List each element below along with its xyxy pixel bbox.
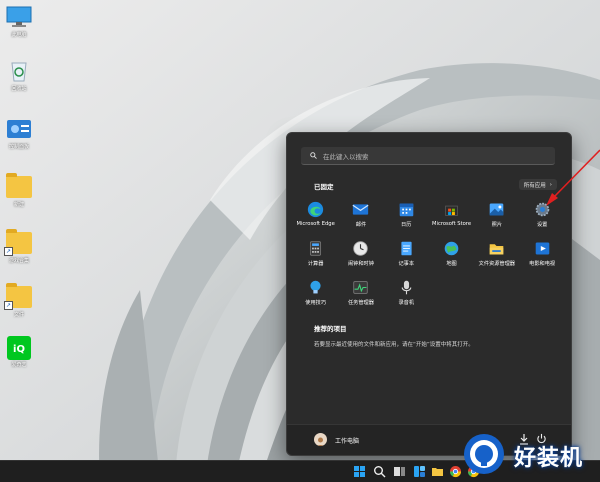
desktop-icon-label: 游戏合集 (8, 258, 29, 264)
folder-icon (6, 173, 32, 198)
maps-icon (444, 241, 459, 256)
chrome-icon[interactable] (449, 465, 462, 478)
svg-text:iQ: iQ (13, 344, 25, 355)
desktop-icon-folder-files[interactable]: ↗ 文件 (2, 283, 36, 318)
app-label: 闹钟和时钟 (347, 261, 374, 267)
app-label: 照片 (491, 222, 503, 228)
iqiyi-icon: iQ (6, 336, 32, 360)
start-icon[interactable] (353, 465, 366, 478)
movies-icon (535, 242, 549, 255)
search-box[interactable]: 在此键入以搜索 (301, 147, 555, 165)
desktop-icon-label: 回收站 (11, 86, 27, 92)
app-label: 邮件 (355, 222, 367, 228)
app-label: Microsoft Edge (296, 221, 335, 227)
app-label: 电影和电视 (529, 261, 556, 267)
app-label: 使用技巧 (305, 300, 327, 306)
shortcut-arrow-icon: ↗ (4, 301, 13, 310)
photos-icon (490, 203, 504, 216)
file-explorer-icon[interactable] (431, 465, 444, 478)
chevron-right-icon: › (549, 181, 552, 188)
pinned-app-store[interactable]: Microsoft Store (429, 199, 474, 238)
app-label: Microsoft Store (432, 221, 472, 227)
pinned-app-task-manager[interactable]: 任务管理器 (338, 277, 383, 316)
recommended-hint-text: 若要显示最近使用的文件和新应用，请在“开始”设置中将其打开。 (314, 342, 474, 348)
all-apps-button[interactable]: 所有应用 › (518, 179, 557, 190)
app-label: 记事本 (398, 261, 415, 267)
desktop-icon-label: 此电脑 (11, 32, 27, 38)
calendar-icon (399, 203, 414, 217)
recommended-section-title: 推荐的项目 (314, 325, 347, 333)
monitor-icon (6, 6, 32, 28)
settings-icon (535, 202, 549, 217)
search-icon[interactable] (373, 465, 386, 478)
user-name[interactable]: 工作电脑 (335, 436, 359, 445)
recorder-icon (401, 280, 412, 295)
control-panel-icon (6, 118, 32, 140)
app-label: 计算器 (307, 261, 324, 267)
search-placeholder: 在此键入以搜索 (323, 152, 369, 161)
task-view-icon[interactable] (393, 465, 406, 478)
pinned-app-notepad[interactable]: 记事本 (384, 238, 429, 277)
desktop-icon-label: 文件 (13, 312, 24, 318)
desktop-icon-folder-new[interactable]: 新建 (2, 173, 36, 208)
task-manager-icon (353, 281, 369, 294)
widgets-icon[interactable] (413, 465, 426, 478)
calculator-icon (310, 241, 322, 256)
mail-icon (352, 204, 369, 215)
pinned-section-title: 已固定 (314, 183, 334, 191)
notepad-icon (401, 241, 412, 256)
pinned-app-calculator[interactable]: 计算器 (293, 238, 338, 277)
folder-icon: ↗ (4, 283, 32, 310)
desktop-icon-control-panel[interactable]: 控制面板 (2, 118, 36, 150)
desktop-icon-iqiyi[interactable]: iQ 爱奇艺 (2, 336, 36, 368)
pinned-app-file-explorer[interactable]: 文件资源管理器 (474, 238, 519, 277)
pinned-app-calendar[interactable]: 日历 (384, 199, 429, 238)
pinned-app-mail[interactable]: 邮件 (338, 199, 383, 238)
all-apps-label: 所有应用 (523, 182, 546, 189)
app-label: 文件资源管理器 (478, 261, 515, 267)
desktop-icon-this-pc[interactable]: 此电脑 (2, 6, 36, 38)
pinned-app-edge[interactable]: Microsoft Edge (293, 199, 338, 238)
pinned-app-tips[interactable]: 使用技巧 (293, 277, 338, 316)
store-icon (445, 205, 458, 216)
app-label: 设置 (536, 222, 548, 228)
start-menu: 在此键入以搜索 已固定 所有应用 › Microsoft Edge 邮件 日历 … (286, 132, 572, 456)
desktop-icon-recycle-bin[interactable]: 回收站 (2, 60, 36, 92)
pinned-app-clock[interactable]: 闹钟和时钟 (338, 238, 383, 277)
app-label: 任务管理器 (347, 300, 374, 306)
pinned-app-photos[interactable]: 照片 (474, 199, 519, 238)
pinned-apps-grid: Microsoft Edge 邮件 日历 Microsoft Store 照片 … (293, 199, 565, 316)
watermark-text: 好装机 (514, 446, 584, 471)
tips-icon (310, 280, 321, 294)
file-explorer-icon (490, 244, 504, 255)
search-icon (310, 152, 317, 159)
pinned-app-recorder[interactable]: 录音机 (384, 277, 429, 316)
desktop-icon-folder-games[interactable]: ↗ 游戏合集 (2, 229, 36, 264)
avatar[interactable] (314, 433, 327, 446)
app-label: 录音机 (398, 300, 415, 306)
pinned-app-settings[interactable]: 设置 (519, 199, 564, 238)
pinned-app-maps[interactable]: 地图 (429, 238, 474, 277)
app-label: 日历 (401, 222, 412, 228)
pinned-app-movies[interactable]: 电影和电视 (519, 238, 564, 277)
folder-icon: ↗ (4, 229, 32, 256)
desktop-icon-label: 新建 (13, 202, 24, 208)
shortcut-arrow-icon: ↗ (4, 247, 13, 256)
app-label: 地图 (446, 261, 457, 267)
desktop-icon-label: 控制面板 (8, 144, 29, 150)
desktop-icon-label: 爱奇艺 (11, 362, 27, 368)
recycle-bin-icon (6, 60, 32, 82)
clock-icon (353, 241, 369, 256)
edge-icon (307, 201, 324, 218)
